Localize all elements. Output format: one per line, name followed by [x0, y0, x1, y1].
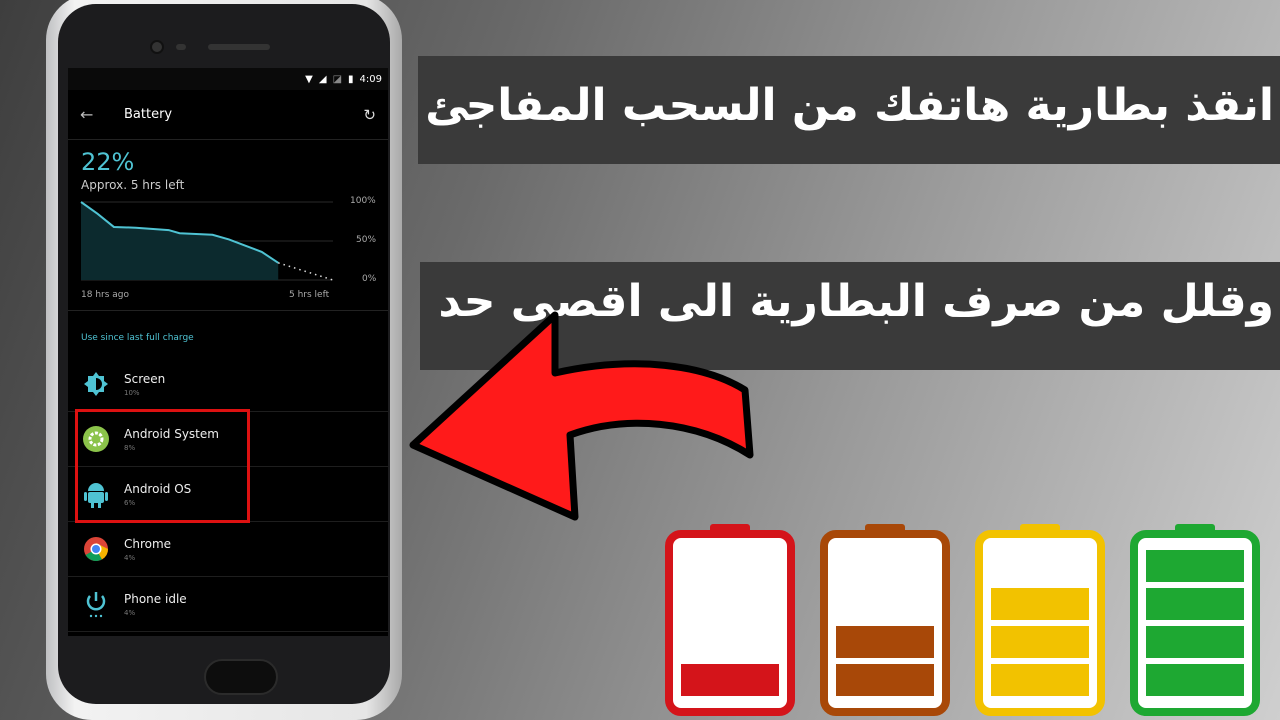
battery-screen: ▼ ◢ ◪ ▮ 4:09 ← Battery ↻ 22% Approx. 5 h…: [68, 68, 388, 636]
headline-line1: انقذ بطارية هاتفك من السحب المفاجئ: [418, 56, 1280, 164]
brightness-icon: [81, 369, 111, 399]
usage-item[interactable]: Chrome 4%: [68, 522, 388, 577]
battery-segment: [836, 626, 934, 658]
camera: [150, 40, 164, 54]
battery-segment: [1146, 626, 1244, 658]
usage-percent: 4%: [124, 553, 136, 562]
battery-segment: [991, 626, 1089, 658]
section-label: Use since last full charge: [81, 333, 194, 343]
battery-icon: ▮: [348, 73, 354, 85]
battery-segment: [991, 588, 1089, 620]
wifi-icon: ▼: [305, 73, 313, 85]
chrome-icon: [81, 534, 111, 564]
usage-name: Chrome: [124, 536, 172, 551]
usage-name: Screen: [124, 371, 166, 386]
battery-percent: 22%: [81, 148, 135, 176]
battery-segment: [991, 664, 1089, 696]
usage-name: Phone idle: [124, 591, 187, 606]
page-title: Battery: [124, 107, 173, 122]
signal-icon: ◢: [318, 73, 327, 85]
battery-estimate: Approx. 5 hrs left: [81, 178, 185, 192]
no-sim-icon: ◪: [332, 73, 343, 85]
speaker: [208, 44, 270, 50]
usage-percent: 10%: [124, 388, 140, 397]
home-button[interactable]: [204, 659, 278, 695]
arrow-left-icon[interactable]: ←: [80, 105, 124, 124]
app-bar: ← Battery ↻: [68, 90, 388, 140]
battery-segment: [1146, 588, 1244, 620]
ytick-0: 0%: [362, 274, 377, 284]
status-time: 4:09: [359, 73, 382, 85]
sensor: [176, 44, 186, 50]
refresh-icon[interactable]: ↻: [363, 106, 376, 124]
xtick-end: 5 hrs left: [289, 290, 330, 300]
ytick-100: 100%: [350, 196, 376, 206]
projection-line: [277, 262, 334, 281]
highlight-box: [75, 409, 250, 523]
divider: [68, 310, 388, 311]
status-bar: ▼ ◢ ◪ ▮ 4:09: [68, 68, 388, 90]
xtick-start: 18 hrs ago: [81, 290, 130, 300]
battery-level-icon: [820, 524, 950, 716]
battery-level-icon: [975, 524, 1105, 716]
usage-percent: 4%: [124, 608, 136, 617]
battery-level-icon: [1130, 524, 1260, 716]
battery-segment: [1146, 664, 1244, 696]
power-icon: [81, 589, 111, 619]
battery-segment: [1146, 550, 1244, 582]
red-arrow-icon: [409, 311, 754, 521]
usage-item[interactable]: Screen 10%: [68, 357, 388, 412]
ytick-50: 50%: [356, 235, 377, 245]
usage-item[interactable]: Phone idle 4%: [68, 577, 388, 632]
battery-segment: [836, 664, 934, 696]
battery-level-icon: [665, 524, 795, 716]
battery-segment: [681, 664, 779, 696]
battery-graph: 100% 50% 0% 18 hrs ago 5 hrs left: [68, 192, 388, 310]
